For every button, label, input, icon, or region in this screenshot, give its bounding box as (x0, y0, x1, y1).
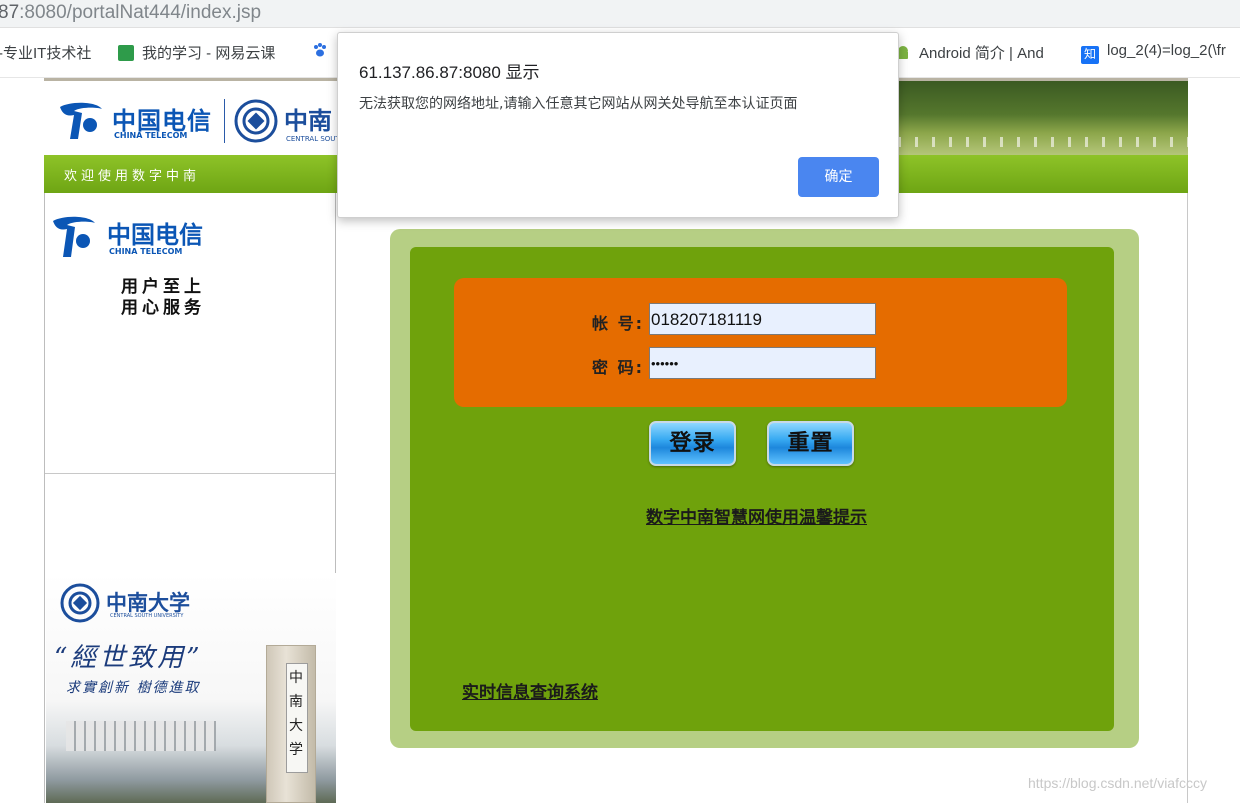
slogan-line-2: 用心服务 (121, 298, 205, 318)
csu-logo-small: 中南大学 CENTRAL SOUTH UNIVERSITY (60, 583, 190, 627)
zhihu-icon: 知 (1081, 46, 1099, 64)
content-right-border (1187, 193, 1188, 803)
password-label: 密 码: (592, 358, 644, 377)
sidebar-divider (45, 473, 335, 474)
url-text[interactable]: 87:8080/portalNat444/index.jsp (0, 2, 261, 24)
bookmark-baidu[interactable] (312, 42, 336, 59)
logo-separator (224, 99, 225, 143)
bookmark-it-community[interactable]: -专业IT技术社 (0, 42, 91, 63)
dialog-ok-button[interactable]: 确定 (798, 157, 879, 197)
account-field[interactable]: 018207181119 (649, 303, 876, 335)
csu-campus-banner: 中南大学 CENTRAL SOUTH UNIVERSITY “經世致用” 求實創… (46, 573, 336, 803)
watermark-text: https://blog.csdn.net/viafcccy (1028, 775, 1207, 791)
realtime-query-link[interactable]: 实时信息查询系统 (462, 678, 598, 703)
gate-char: 南 (289, 694, 303, 710)
header-campus-photo (898, 81, 1188, 155)
credentials-box (454, 278, 1067, 407)
reset-button[interactable]: 重置 (767, 421, 854, 466)
book-icon (118, 45, 134, 61)
csu-emblem-icon (60, 583, 100, 623)
left-sidebar: 中国电信 CHINA TELECOM 用户至上 用心服务 中南大学 CENTRA… (44, 193, 336, 803)
china-telecom-logo: 中国电信 CHINA TELECOM (56, 99, 216, 147)
gate-char: 中 (289, 670, 303, 686)
csu-name-en: CENTRAL SOUTH UNIVERSITY (110, 613, 184, 619)
bookmark-label: 我的学习 - 网易云课 (142, 45, 276, 62)
telecom-logo-en: CHINA TELECOM (114, 131, 188, 140)
university-motto-sub: 求實創新 樹德進取 (66, 680, 201, 696)
gate-char: 学 (289, 742, 303, 758)
browser-window: 87:8080/portalNat444/index.jsp -专业IT技术社 … (0, 0, 1240, 803)
url-path: :8080/portalNat444/index.jsp (19, 2, 262, 23)
sidebar-telecom-cn: 中国电信 (107, 220, 203, 249)
bookmark-zhihu-log[interactable]: 知 log_2(4)=log_2(\fr (1081, 42, 1226, 64)
slogan-line-1: 用户至上 (121, 277, 205, 297)
bookmark-label: log_2(4)=log_2(\fr (1107, 42, 1226, 59)
dialog-message: 无法获取您的网络地址,请输入任意其它网站从网关处导航至本认证页面 (359, 96, 798, 112)
url-host-fragment: 87 (0, 2, 20, 23)
csu-emblem-icon (234, 99, 278, 143)
address-bar[interactable]: 87:8080/portalNat444/index.jsp (0, 0, 1240, 28)
account-label: 帐 号: (592, 314, 644, 333)
welcome-text: 欢迎使用数字中南 (64, 169, 201, 184)
csu-logo-en: CENTRAL SOUT (286, 135, 340, 143)
sidebar-telecom-en: CHINA TELECOM (109, 247, 183, 256)
service-slogan: 用户至上 用心服务 (121, 277, 205, 319)
alert-dialog: 61.137.86.87:8080 显示 无法获取您的网络地址,请输入任意其它网… (337, 32, 899, 218)
baidu-paw-icon (314, 43, 326, 57)
usage-tips-link[interactable]: 数字中南智慧网使用温馨提示 (646, 503, 867, 528)
password-field[interactable]: •••••• (649, 347, 876, 379)
telecom-swirl-icon (53, 216, 95, 257)
bookmark-label: -专业IT技术社 (0, 45, 92, 62)
sidebar-telecom-logo: 中国电信 CHINA TELECOM (51, 213, 203, 265)
bookmark-netease-study[interactable]: 我的学习 - 网易云课 (118, 42, 275, 63)
bookmark-android-intro[interactable]: Android 简介 | And (895, 42, 1044, 63)
campus-building (66, 721, 216, 751)
university-motto: “經世致用” (54, 643, 203, 673)
login-button[interactable]: 登录 (649, 421, 736, 466)
dialog-title: 61.137.86.87:8080 显示 (359, 63, 540, 82)
csu-logo-cn: 中南 (284, 106, 332, 135)
csu-logo: 中南 CENTRAL SOUT (234, 99, 340, 147)
bookmark-label: Android 简介 | And (919, 45, 1044, 62)
gate-char: 大 (289, 718, 303, 734)
